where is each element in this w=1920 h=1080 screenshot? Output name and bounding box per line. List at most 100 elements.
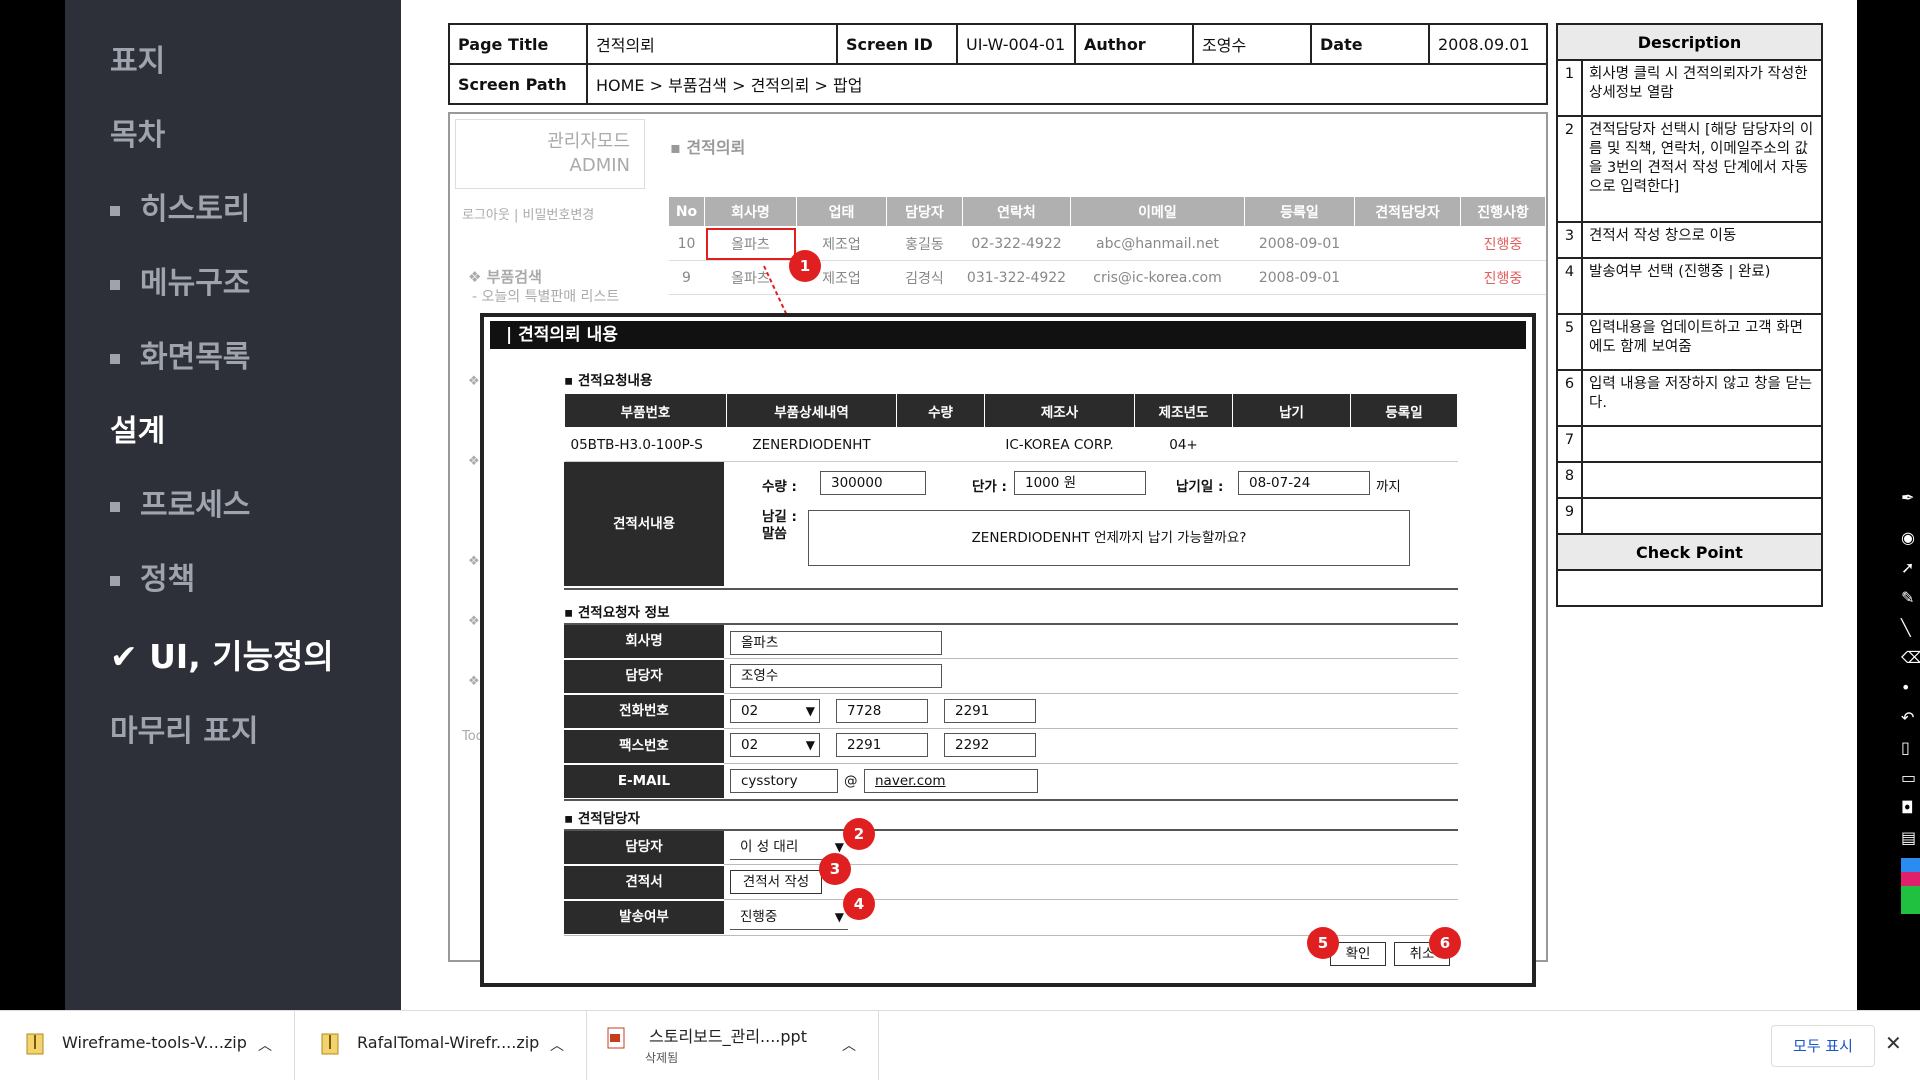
slide-nav: 표지 목차 히스토리 메뉴구조 화면목록 설계 프로세스 정책 ✔ UI, 기능… [65, 0, 401, 1010]
bullet-icon [110, 575, 120, 586]
col-header: 부품번호 [564, 393, 727, 428]
fax-area-select[interactable]: 02 ▼ [730, 733, 820, 757]
color-swatch-magenta[interactable] [1901, 872, 1920, 886]
highlighter-icon[interactable]: ✎ [1901, 588, 1920, 607]
desc-text: 견적담당자 선택시 [해당 담당자의 이름 및 직책, 연락처, 이메일주소의 … [1581, 115, 1823, 223]
eye-icon[interactable]: ◉ [1901, 528, 1920, 547]
color-swatch-blue[interactable] [1901, 858, 1920, 872]
desc-text: 발송여부 선택 (진행중 | 완료) [1581, 257, 1823, 315]
quote-content-label: 견적서내용 [564, 462, 724, 586]
fax-mid-input[interactable]: 2291 [836, 733, 928, 757]
nav-item-design[interactable]: 설계 [110, 406, 165, 450]
undo-icon[interactable]: ↶ [1901, 708, 1920, 727]
col-header: 연락처 [962, 196, 1071, 227]
annotation-badge-4: 4 [843, 888, 875, 920]
nav-item-cover[interactable]: 표지 [110, 36, 165, 80]
nav-item-process[interactable]: 프로세스 [110, 480, 250, 524]
send-status-select[interactable]: 진행중 ▼ [730, 906, 848, 930]
admin-mode-label: 관리자모드 [547, 131, 630, 152]
logout-links[interactable]: 로그아웃 | 비밀번호변경 [462, 204, 594, 223]
camera-icon[interactable]: ◘ [1901, 798, 1920, 817]
cursor-icon[interactable]: ➚ [1901, 558, 1920, 577]
line-icon[interactable]: ╲ [1901, 618, 1920, 637]
divider [724, 693, 1458, 694]
screen-id-label: Screen ID [836, 23, 958, 65]
phone-area-select[interactable]: 02 ▼ [730, 699, 820, 723]
desc-num: 8 [1556, 461, 1583, 499]
note-textarea[interactable]: ZENERDIODENHT 언제까지 납기 가능할까요? [808, 510, 1410, 566]
description-table: Description 1 회사명 클릭 시 견적의뢰자가 작성한 상세정보 열람… [1556, 23, 1823, 607]
nav-item-menu-structure[interactable]: 메뉴구조 [110, 258, 250, 302]
note-label: 남길 : 말씀 [762, 509, 797, 542]
col-header: 업태 [796, 196, 887, 227]
clipboard-icon[interactable]: ▤ [1901, 828, 1920, 847]
desc-num: 3 [1556, 221, 1583, 259]
screen-id-value: UI-W-004-01 [956, 23, 1076, 65]
bullet-icon [110, 279, 120, 290]
monitor-icon[interactable]: ▭ [1901, 768, 1920, 787]
col-header: 담당자 [886, 196, 963, 227]
color-swatch-green[interactable] [1901, 886, 1920, 914]
eraser-icon[interactable]: ⌫ [1901, 648, 1920, 667]
nav-item-policy[interactable]: 정책 [110, 554, 195, 598]
email-user-input[interactable]: cysstory [730, 769, 838, 793]
fax-last-input[interactable]: 2292 [944, 733, 1036, 757]
download-item[interactable]: 스토리보드_관리....ppt 삭제됨 ︿ [587, 1011, 879, 1080]
desc-text: 회사명 클릭 시 견적의뢰자가 작성한 상세정보 열람 [1581, 59, 1823, 117]
show-all-button[interactable]: 모두 표시 [1771, 1025, 1875, 1067]
annotation-badge-2: 2 [843, 818, 875, 850]
bullet-icon [110, 353, 120, 364]
chevron-up-icon[interactable]: ︿ [550, 1035, 564, 1055]
qty-label: 수량 : [762, 479, 797, 495]
annotation-toolbar: ✒ ◉ ➚ ✎ ╲ ⌫ • ↶ ▯ ▭ ◘ ▤ [1857, 0, 1920, 1010]
download-bar: Wireframe-tools-V....zip ︿ RafalTomal-Wi… [0, 1010, 1920, 1080]
desc-text: 입력내용을 업데이트하고 고객 화면에도 함께 보여줌 [1581, 313, 1823, 371]
divider [724, 899, 1458, 900]
company-input[interactable]: 올파츠 [730, 631, 942, 655]
close-icon[interactable]: ✕ [1885, 1031, 1902, 1055]
nav-item-ui-definition[interactable]: ✔ UI, 기능정의 [110, 630, 334, 678]
nav-item-screen-list[interactable]: 화면목록 [110, 332, 250, 376]
nav-item-closing[interactable]: 마무리 표지 [110, 706, 258, 750]
due-date-input[interactable]: 08-07-24 [1238, 471, 1370, 495]
admin-mode-box: 관리자모드 ADMIN [455, 119, 645, 189]
diamond-icon: ❖ [468, 674, 480, 689]
phone-mid-input[interactable]: 7728 [836, 699, 928, 723]
chevron-up-icon[interactable]: ︿ [258, 1035, 272, 1055]
divider [724, 658, 1458, 659]
dot-icon[interactable]: • [1901, 678, 1920, 697]
chevron-up-icon[interactable]: ︿ [842, 1035, 856, 1055]
phone-last-input[interactable]: 2291 [944, 699, 1036, 723]
due-label: 납기일 : [1176, 479, 1224, 495]
divider [564, 799, 1458, 801]
nav-item-toc[interactable]: 목차 [110, 110, 165, 154]
modal-title: | 견적의뢰 내용 [490, 321, 1526, 349]
cell: 홍길동 [886, 226, 963, 261]
menu-parts-search[interactable]: ❖ 부품검색 [468, 266, 542, 287]
trash-icon[interactable]: ▯ [1901, 738, 1920, 757]
divider [724, 763, 1458, 764]
dropdown-arrow-icon: ▼ [834, 910, 844, 924]
qty-input[interactable]: 300000 [820, 471, 926, 495]
nav-item-history[interactable]: 히스토리 [110, 184, 250, 228]
person-label: 담당자 [564, 660, 724, 693]
divider [564, 588, 1458, 590]
download-item[interactable]: RafalTomal-Wirefr....zip ︿ [295, 1011, 587, 1080]
col-header: 등록일 [1350, 393, 1458, 428]
desc-num: 5 [1556, 313, 1583, 371]
pen-icon[interactable]: ✒ [1901, 488, 1920, 507]
email-domain-input[interactable]: naver.com [864, 769, 1038, 793]
company-link[interactable]: 올파츠 [704, 226, 797, 261]
col-header: 부품상세내역 [726, 393, 897, 428]
delivery [1232, 427, 1351, 462]
desc-num: 2 [1556, 115, 1583, 223]
dropdown-arrow-icon: ▼ [805, 738, 815, 752]
price-input[interactable]: 1000 원 [1014, 471, 1146, 495]
email-at: @ [844, 773, 858, 789]
download-item[interactable]: Wireframe-tools-V....zip ︿ [0, 1011, 295, 1080]
cell [1354, 260, 1461, 295]
person-input[interactable]: 조영수 [730, 664, 942, 688]
menu-today-special[interactable]: - 오늘의 특별판매 리스트 [472, 286, 619, 306]
write-quote-button[interactable]: 견적서 작성 [730, 870, 822, 894]
bullet-icon [110, 501, 120, 512]
